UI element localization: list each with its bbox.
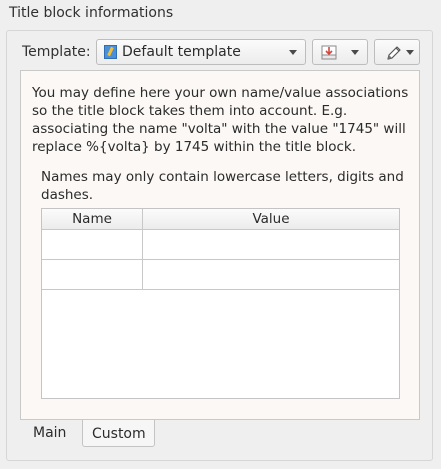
title-block-panel: Title block informations Template: Defau… [0,0,441,469]
tab-custom[interactable]: Custom [82,420,155,447]
column-header-name[interactable]: Name [42,211,142,227]
names-hint: Names may only contain lowercase letters… [41,169,404,203]
cell-divider [142,230,143,260]
column-header-value[interactable]: Value [143,211,399,227]
table-header: Name Value [42,209,399,230]
info-paragraph: You may define here your own name/value … [32,85,409,155]
pencil-edit-icon [387,46,401,60]
group-title: Title block informations [9,5,174,21]
tab-main[interactable]: Main [21,420,81,447]
template-row: Template: Default template [21,38,421,68]
table-row[interactable] [42,230,399,260]
chevron-down-icon [351,50,359,55]
cell-divider [142,260,143,290]
template-combobox[interactable]: Default template [96,39,306,65]
tab-main-label: Main [33,425,67,441]
main-tab-content: You may define here your own name/value … [20,70,420,420]
custom-values-table[interactable]: Name Value [41,208,400,399]
import-template-icon [321,45,337,60]
import-template-button[interactable] [312,39,368,65]
chevron-down-icon [406,50,414,55]
table-row[interactable] [42,260,399,290]
chevron-down-icon [289,50,297,55]
template-selected-value: Default template [122,44,241,60]
edit-template-button[interactable] [374,39,420,65]
template-label: Template: [22,44,91,60]
tab-custom-label: Custom [92,426,146,442]
template-document-icon [104,45,117,59]
